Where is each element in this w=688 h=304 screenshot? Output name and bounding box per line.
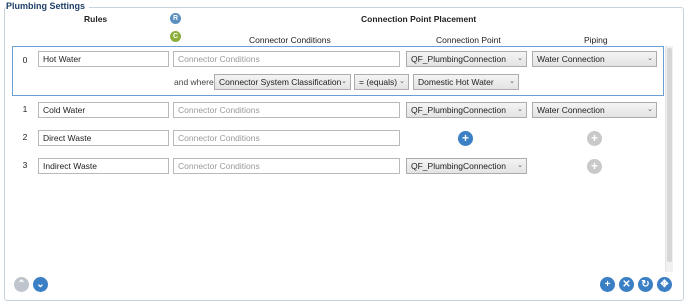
conditions-field[interactable]: Connector Conditions (173, 51, 400, 67)
select-value: Water Connection (537, 54, 605, 64)
connection-point-select[interactable]: QF_PlumbingConnection ⌄ (406, 102, 527, 118)
rules-header: Rules (84, 14, 108, 24)
plus-icon: + (461, 131, 469, 145)
chevron-down-icon: ⌄ (517, 162, 523, 169)
remove-rule-button[interactable]: ✕ (619, 277, 634, 292)
connection-point-select[interactable]: QF_PlumbingConnection ⌄ (406, 51, 527, 67)
chevron-down-icon: ⌄ (647, 55, 653, 62)
arrow-down-icon: ⌄ (36, 279, 45, 290)
where-property-select[interactable]: Connector System Classification ⌄ (214, 74, 351, 90)
arrow-up-icon: ⌃ (17, 279, 26, 290)
conditions-field[interactable]: Connector Conditions (173, 130, 400, 146)
select-value: QF_PlumbingConnection (411, 54, 506, 64)
plus-icon: + (590, 131, 598, 145)
expand-button[interactable]: ✥ (657, 277, 672, 292)
add-rule-button[interactable]: + (600, 277, 615, 292)
select-value: QF_PlumbingConnection (411, 105, 506, 115)
piping-select[interactable]: Water Connection ⌄ (532, 51, 657, 67)
conditions-field[interactable]: Connector Conditions (173, 102, 400, 118)
rule-row-0[interactable]: 0 Hot Water Connector Conditions QF_Plum… (12, 46, 664, 96)
chevron-down-icon: ⌄ (517, 106, 523, 113)
select-value: Connector System Classification (219, 77, 342, 87)
select-value: QF_PlumbingConnection (411, 161, 506, 171)
add-connection-point-button[interactable]: + (458, 131, 473, 146)
connection-point-select[interactable]: QF_PlumbingConnection ⌄ (406, 158, 527, 174)
rule-name-field[interactable]: Hot Water (38, 51, 169, 67)
placement-header: Connection Point Placement (361, 14, 477, 24)
where-value-select[interactable]: Domestic Hot Water ⌄ (413, 74, 519, 90)
piping-header: Piping (584, 35, 608, 45)
add-piping-button[interactable]: + (587, 159, 602, 174)
badge-r[interactable]: R (170, 13, 181, 24)
refresh-icon: ↻ (641, 279, 650, 290)
scrollbar-thumb[interactable] (667, 48, 672, 262)
refresh-button[interactable]: ↻ (638, 277, 653, 292)
rule-name-field[interactable]: Cold Water (38, 102, 169, 118)
group-title: Plumbing Settings (6, 1, 90, 11)
rule-row-2[interactable]: 2 Direct Waste Connector Conditions + + (12, 129, 664, 149)
where-operator-select[interactable]: = (equals) ⌄ (354, 74, 409, 90)
where-label: and where (174, 77, 214, 87)
conditions-header: Connector Conditions (249, 35, 331, 45)
row-index: 0 (22, 55, 28, 65)
piping-select[interactable]: Water Connection ⌄ (532, 102, 657, 118)
connection-point-header: Connection Point (436, 35, 501, 45)
rule-row-1[interactable]: 1 Cold Water Connector Conditions QF_Plu… (12, 101, 664, 121)
row-index: 1 (22, 104, 28, 114)
rule-row-3[interactable]: 3 Indirect Waste Connector Conditions QF… (12, 157, 664, 177)
chevron-down-icon: ⌄ (399, 78, 405, 85)
badge-c[interactable]: C (170, 31, 181, 42)
row-index: 3 (22, 160, 28, 170)
move-down-button[interactable]: ⌄ (33, 277, 48, 292)
row-index: 2 (22, 132, 28, 142)
move-up-button[interactable]: ⌃ (14, 277, 29, 292)
expand-icon: ✥ (660, 279, 669, 290)
select-value: Domestic Hot Water (418, 77, 494, 87)
rule-name-field[interactable]: Direct Waste (38, 130, 169, 146)
plus-icon: + (604, 279, 611, 290)
chevron-down-icon: ⌄ (517, 55, 523, 62)
rules-list: 0 Hot Water Connector Conditions QF_Plum… (12, 46, 664, 272)
plus-icon: + (590, 159, 598, 173)
chevron-down-icon: ⌄ (647, 106, 653, 113)
chevron-down-icon: ⌄ (341, 78, 347, 85)
select-value: Water Connection (537, 105, 605, 115)
vertical-scrollbar[interactable] (665, 46, 673, 272)
close-icon: ✕ (622, 279, 631, 290)
select-value: = (equals) (359, 77, 398, 87)
add-piping-button[interactable]: + (587, 131, 602, 146)
rule-name-field[interactable]: Indirect Waste (38, 158, 169, 174)
chevron-down-icon: ⌄ (509, 78, 515, 85)
conditions-field[interactable]: Connector Conditions (173, 158, 400, 174)
